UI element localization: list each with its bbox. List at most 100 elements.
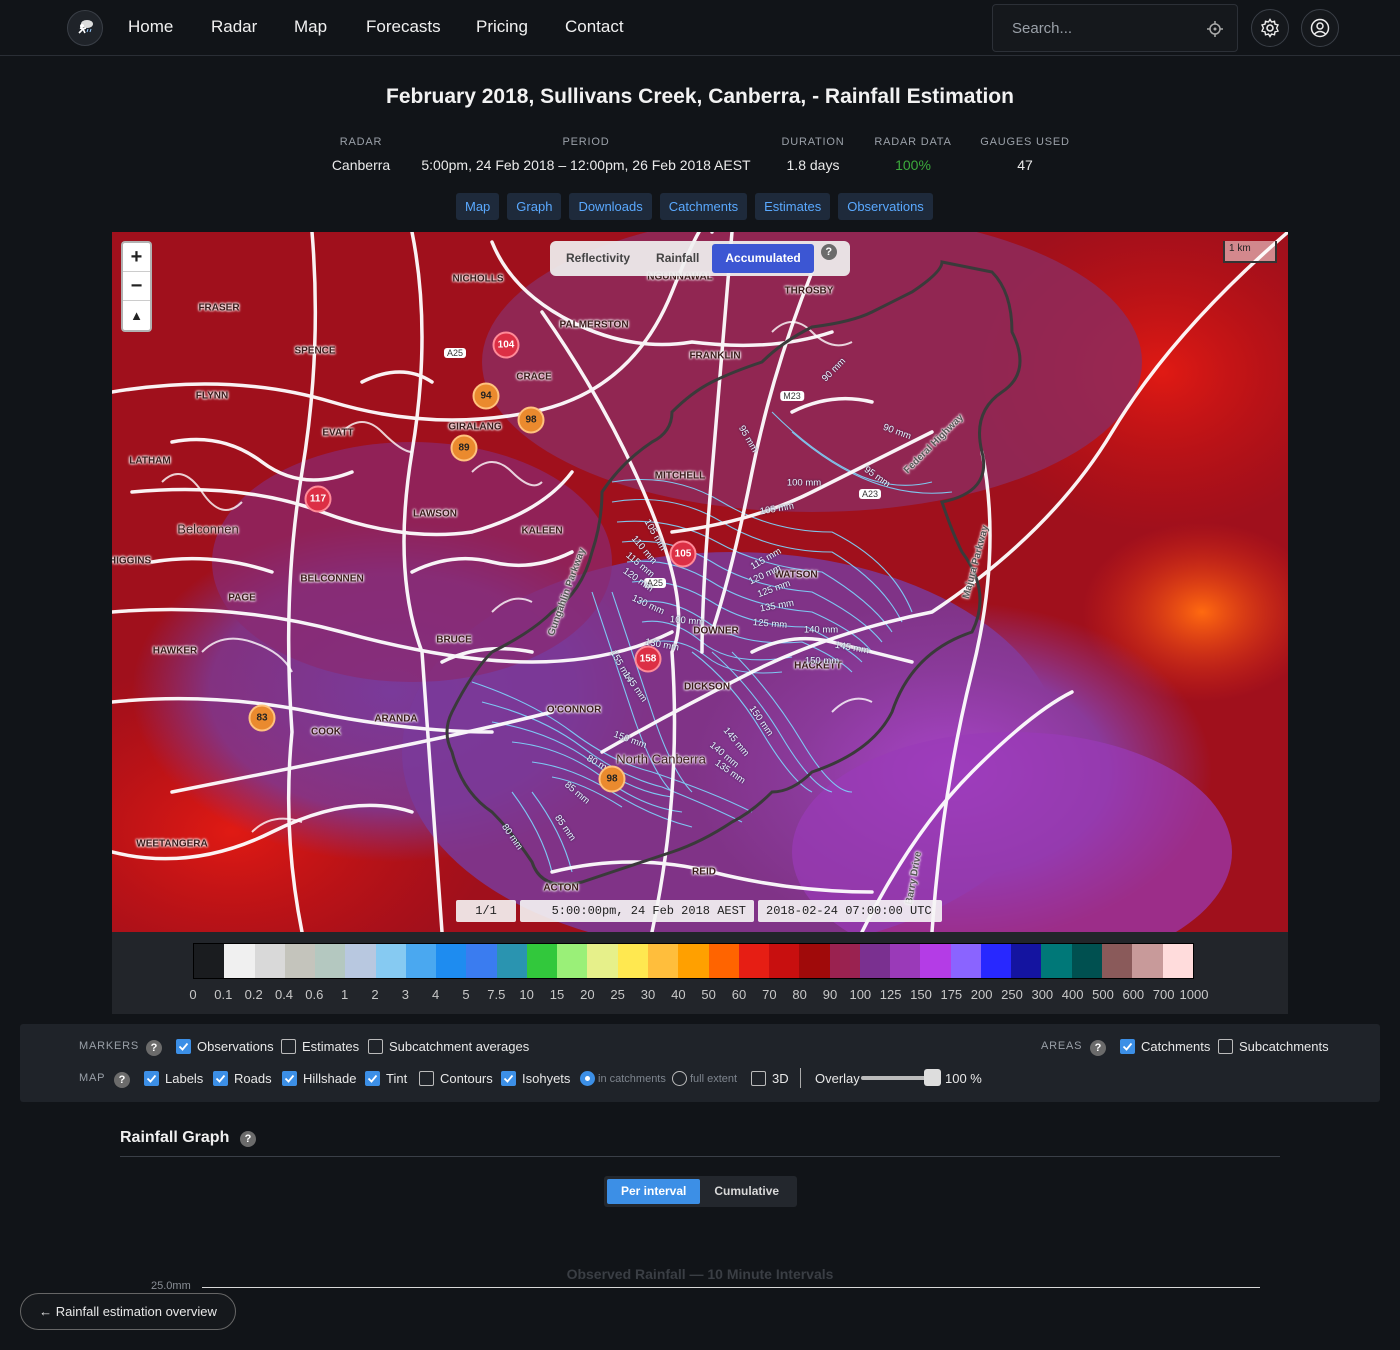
gauge-marker[interactable]: 158 xyxy=(634,645,662,673)
hillshade-checkbox[interactable]: Hillshade xyxy=(282,1071,356,1086)
legend-swatch xyxy=(647,944,679,978)
tab-graph[interactable]: Graph xyxy=(507,193,562,220)
overlay-label: Overlay xyxy=(815,1071,860,1086)
search-box xyxy=(992,4,1238,52)
zoom-control: + − ▲ xyxy=(121,241,152,332)
zoom-in-button[interactable]: + xyxy=(123,243,150,272)
checkbox-icon xyxy=(144,1071,159,1086)
legend-swatch xyxy=(890,944,921,978)
gauge-marker[interactable]: 89 xyxy=(450,434,478,462)
help-icon[interactable]: ? xyxy=(146,1040,162,1056)
subcatchments-checkbox[interactable]: Subcatchments xyxy=(1218,1039,1329,1054)
per-interval-button[interactable]: Per interval xyxy=(607,1179,701,1204)
logo-icon[interactable] xyxy=(67,10,103,46)
user-icon xyxy=(1310,18,1330,38)
observations-checkbox[interactable]: Observations xyxy=(176,1039,274,1054)
tab-catchments[interactable]: Catchments xyxy=(659,193,748,220)
legend-tick-label: 30 xyxy=(640,987,656,1002)
suburb-label: EVATT xyxy=(322,427,354,439)
time-local: 5:00:00pm, 24 Feb 2018 AEST xyxy=(520,900,754,922)
checkbox-label: Subcatchments xyxy=(1239,1039,1329,1054)
radio-label: in catchments xyxy=(598,1072,666,1085)
help-icon[interactable]: ? xyxy=(240,1131,256,1147)
legend-swatch xyxy=(708,944,739,978)
map-canvas[interactable] xyxy=(112,232,1288,932)
settings-button[interactable] xyxy=(1251,9,1289,47)
tab-downloads[interactable]: Downloads xyxy=(569,193,652,220)
nav-pricing[interactable]: Pricing xyxy=(476,17,528,37)
gauge-marker[interactable]: 98 xyxy=(598,765,626,793)
checkbox-label: Roads xyxy=(234,1071,272,1086)
gauge-marker[interactable]: 117 xyxy=(304,485,332,513)
summary-gauges: GAUGES USED 47 xyxy=(975,136,1075,173)
suburb-label: NICHOLLS xyxy=(452,273,504,285)
layer-reflectivity[interactable]: Reflectivity xyxy=(553,244,643,273)
legend-tick-label: 125 xyxy=(879,987,902,1002)
gauge-marker[interactable]: 94 xyxy=(472,382,500,410)
nav-map[interactable]: Map xyxy=(294,17,327,37)
compass-icon[interactable]: ▲ xyxy=(123,301,150,330)
isohyet-label: 150 mm xyxy=(804,655,840,667)
nav-forecasts[interactable]: Forecasts xyxy=(366,17,441,37)
suburb-label: PALMERSTON xyxy=(559,319,629,331)
help-icon[interactable]: ? xyxy=(114,1072,130,1088)
legend-tick-label: 0 xyxy=(189,987,197,1002)
tab-estimates[interactable]: Estimates xyxy=(755,193,831,220)
layer-rainfall[interactable]: Rainfall xyxy=(643,244,712,273)
divider xyxy=(120,1156,1280,1157)
suburb-label: BELCONNEN xyxy=(300,573,364,585)
suburb-label: ARANDA xyxy=(374,713,418,725)
in-catchments-radio[interactable]: in catchments xyxy=(580,1071,666,1086)
contours-checkbox[interactable]: Contours xyxy=(419,1071,493,1086)
tint-checkbox[interactable]: Tint xyxy=(365,1071,407,1086)
zoom-out-button[interactable]: − xyxy=(123,272,150,301)
back-to-overview-button[interactable]: ← Rainfall estimation overview xyxy=(20,1293,236,1330)
suburb-label: LATHAM xyxy=(129,455,171,467)
cumulative-button[interactable]: Cumulative xyxy=(700,1179,793,1204)
nav-home[interactable]: Home xyxy=(128,17,173,37)
legend-tick-label: 70 xyxy=(762,987,777,1002)
suburb-label: SPENCE xyxy=(294,345,336,357)
estimates-checkbox[interactable]: Estimates xyxy=(281,1039,359,1054)
summary-value: Canberra xyxy=(331,157,391,173)
nav-radar[interactable]: Radar xyxy=(211,17,257,37)
map-options-label: MAP xyxy=(79,1072,106,1084)
gauge-marker[interactable]: 83 xyxy=(248,704,276,732)
gauge-marker[interactable]: 104 xyxy=(492,331,520,359)
3d-checkbox[interactable]: 3D xyxy=(751,1071,789,1086)
help-icon[interactable]: ? xyxy=(1090,1040,1106,1056)
tab-observations[interactable]: Observations xyxy=(838,193,933,220)
search-input[interactable] xyxy=(993,5,1193,51)
summary-period: PERIOD 5:00pm, 24 Feb 2018 – 12:00pm, 26… xyxy=(416,136,756,173)
suburb-label: O'CONNOR xyxy=(546,704,602,716)
rainfall-map[interactable]: NICHOLLS NGUNNAWAL THROSBY FRASER PALMER… xyxy=(112,232,1288,932)
help-icon[interactable]: ? xyxy=(820,243,837,260)
legend-swatch xyxy=(859,944,891,978)
gauge-marker[interactable]: 98 xyxy=(517,406,545,434)
legend-swatch xyxy=(345,944,376,978)
legend-swatch xyxy=(466,944,497,978)
legend-tick-label: 7.5 xyxy=(487,987,506,1002)
overlay-slider-handle[interactable] xyxy=(924,1069,941,1086)
legend-tick-label: 4 xyxy=(432,987,440,1002)
tab-map[interactable]: Map xyxy=(456,193,500,220)
subcatchment-averages-checkbox[interactable]: Subcatchment averages xyxy=(368,1039,529,1054)
checkbox-label: Isohyets xyxy=(522,1071,571,1086)
suburb-label: KALEEN xyxy=(521,525,563,537)
isohyets-checkbox[interactable]: Isohyets xyxy=(501,1071,570,1086)
labels-checkbox[interactable]: Labels xyxy=(144,1071,203,1086)
roads-checkbox[interactable]: Roads xyxy=(213,1071,272,1086)
full-extent-radio[interactable]: full extent xyxy=(672,1071,737,1086)
locate-icon[interactable] xyxy=(1206,20,1224,38)
legend-tick-label: 100 xyxy=(849,987,872,1002)
legend-swatch xyxy=(254,944,285,978)
checkbox-icon xyxy=(419,1071,434,1086)
suburb-label: Belconnen xyxy=(177,521,239,537)
layer-accumulated[interactable]: Accumulated xyxy=(712,244,814,273)
summary-label: GAUGES USED xyxy=(980,136,1070,148)
chart-gridline xyxy=(202,1287,1260,1288)
account-button[interactable] xyxy=(1301,9,1339,47)
catchments-checkbox[interactable]: Catchments xyxy=(1120,1039,1210,1054)
gauge-marker[interactable]: 105 xyxy=(669,540,697,568)
nav-contact[interactable]: Contact xyxy=(565,17,624,37)
